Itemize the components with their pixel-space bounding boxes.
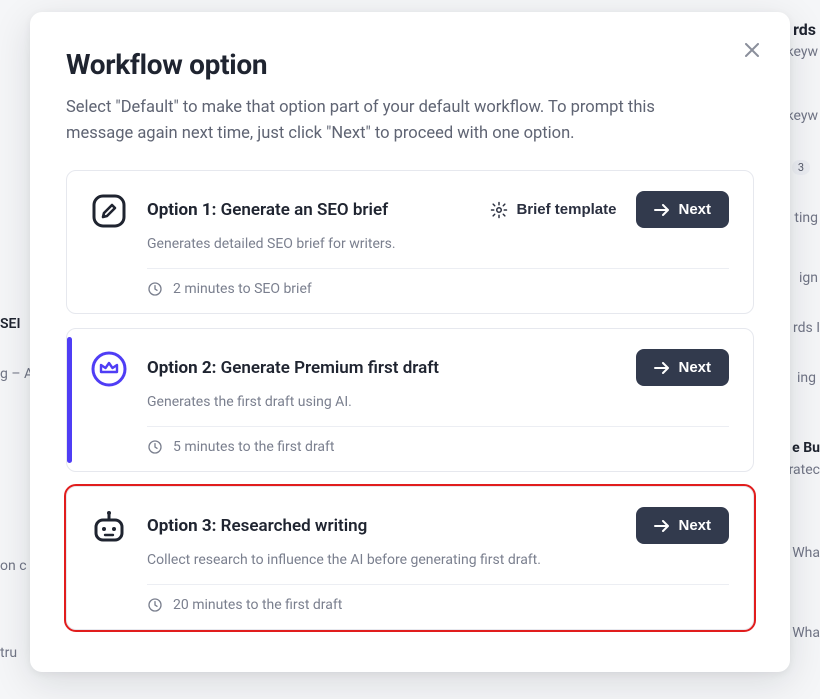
crown-icon <box>89 349 129 389</box>
option-card-researched-writing[interactable]: Option 3: Researched writing Next Collec… <box>66 486 754 630</box>
option-2-subtitle: Generates the first draft using AI. <box>147 394 729 410</box>
option-1-eta: 2 minutes to SEO brief <box>147 281 729 297</box>
option-3-eta: 20 minutes to the first draft <box>147 597 729 613</box>
robot-icon <box>89 507 129 547</box>
brief-template-label: Brief template <box>516 201 616 218</box>
next-button-option-2[interactable]: Next <box>636 349 729 386</box>
modal-title: Workflow option <box>66 48 754 81</box>
option-1-title: Option 1: Generate an SEO brief <box>147 200 388 220</box>
arrow-right-icon <box>654 520 670 532</box>
option-card-premium-draft[interactable]: Option 2: Generate Premium first draft N… <box>66 328 754 472</box>
close-icon <box>745 43 759 57</box>
next-button-option-1[interactable]: Next <box>636 191 729 228</box>
brief-template-button[interactable]: Brief template <box>484 200 622 220</box>
next-button-option-3[interactable]: Next <box>636 507 729 544</box>
option-3-subtitle: Collect research to influence the AI bef… <box>147 552 729 568</box>
arrow-right-icon <box>654 362 670 374</box>
option-2-title: Option 2: Generate Premium first draft <box>147 358 439 378</box>
modal-description: Select "Default" to make that option par… <box>66 95 706 146</box>
option-1-subtitle: Generates detailed SEO brief for writers… <box>147 236 729 252</box>
option-2-eta: 5 minutes to the first draft <box>147 439 729 455</box>
close-button[interactable] <box>736 34 768 66</box>
pencil-square-icon <box>89 191 129 231</box>
gear-icon <box>490 201 508 219</box>
clock-icon <box>147 281 163 297</box>
workflow-option-modal: Workflow option Select "Default" to make… <box>30 12 790 672</box>
option-3-title: Option 3: Researched writing <box>147 516 367 536</box>
modal-overlay: Workflow option Select "Default" to make… <box>0 0 820 699</box>
clock-icon <box>147 439 163 455</box>
option-card-seo-brief[interactable]: Option 1: Generate an SEO brief Brief <box>66 170 754 314</box>
arrow-right-icon <box>654 204 670 216</box>
clock-icon <box>147 597 163 613</box>
